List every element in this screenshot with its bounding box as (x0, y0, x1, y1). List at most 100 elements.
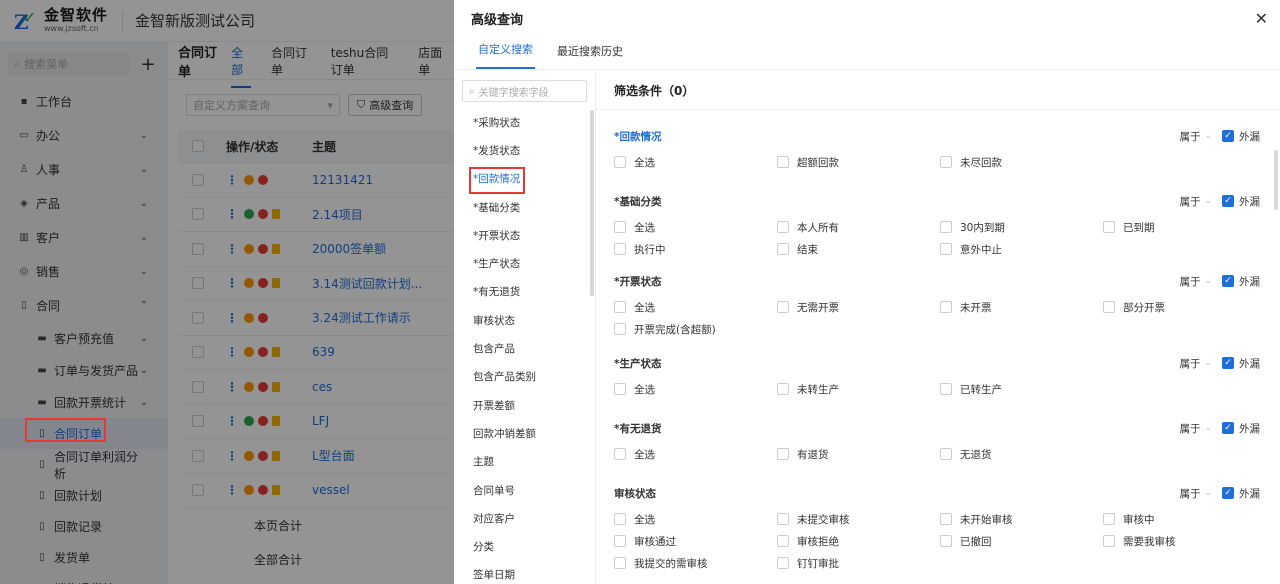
field-item[interactable]: *发货状态 (454, 136, 595, 164)
filter-option[interactable]: 全选 (614, 151, 777, 173)
filter-option[interactable]: 本人所有 (777, 216, 940, 238)
outer-checkbox-checked-icon[interactable]: ✓ (1222, 357, 1234, 369)
filter-option[interactable]: 30内到期 (940, 216, 1103, 238)
filter-option[interactable]: 无退货 (940, 443, 1103, 465)
belong-select[interactable]: 属于 (1179, 274, 1200, 289)
filter-option[interactable]: 审核通过 (614, 530, 777, 552)
filter-option[interactable]: 结束 (777, 238, 940, 260)
option-checkbox[interactable] (777, 513, 789, 525)
filter-option[interactable]: 全选 (614, 378, 777, 400)
outer-checkbox-checked-icon[interactable]: ✓ (1222, 275, 1234, 287)
chevron-down-icon[interactable]: ⌄ (1204, 196, 1212, 206)
field-item[interactable]: 包含产品 (454, 334, 595, 362)
close-icon[interactable]: ✕ (1255, 9, 1268, 28)
field-item[interactable]: 回款冲销差额 (454, 419, 595, 447)
field-item[interactable]: 分类 (454, 532, 595, 560)
field-item[interactable]: 合同单号 (454, 476, 595, 504)
option-checkbox[interactable] (614, 156, 626, 168)
option-checkbox[interactable] (614, 535, 626, 547)
option-checkbox[interactable] (777, 301, 789, 313)
filter-option[interactable]: 审核中 (1103, 508, 1266, 530)
option-checkbox[interactable] (1103, 221, 1115, 233)
option-checkbox[interactable] (614, 448, 626, 460)
option-checkbox[interactable] (940, 383, 952, 395)
belong-select[interactable]: 属于 (1179, 356, 1200, 371)
filter-option[interactable]: 全选 (614, 443, 777, 465)
field-item[interactable]: 审核状态 (454, 306, 595, 334)
option-checkbox[interactable] (777, 221, 789, 233)
belong-select[interactable]: 属于 (1179, 421, 1200, 436)
chevron-down-icon[interactable]: ⌄ (1204, 131, 1212, 141)
filter-option[interactable]: 未开始审核 (940, 508, 1103, 530)
option-checkbox[interactable] (777, 383, 789, 395)
filter-option[interactable]: 超额回款 (777, 151, 940, 173)
filter-option[interactable]: 我提交的需审核 (614, 552, 777, 574)
option-checkbox[interactable] (777, 156, 789, 168)
field-item[interactable]: 主题 (454, 448, 595, 476)
option-checkbox[interactable] (940, 221, 952, 233)
filter-option[interactable]: 开票完成(含超额) (614, 318, 777, 340)
option-checkbox[interactable] (614, 513, 626, 525)
option-checkbox[interactable] (777, 448, 789, 460)
modal-overlay[interactable] (0, 0, 454, 584)
field-item[interactable]: *有无退货 (454, 278, 595, 306)
filter-option[interactable]: 全选 (614, 216, 777, 238)
tab-custom-search[interactable]: 自定义搜索 (476, 41, 535, 69)
outer-checkbox-checked-icon[interactable]: ✓ (1222, 195, 1234, 207)
field-item[interactable]: *开票状态 (454, 221, 595, 249)
outer-checkbox-checked-icon[interactable]: ✓ (1222, 422, 1234, 434)
belong-select[interactable]: 属于 (1179, 194, 1200, 209)
field-item[interactable]: 包含产品类别 (454, 363, 595, 391)
filter-option[interactable]: 全选 (614, 508, 777, 530)
option-checkbox[interactable] (940, 448, 952, 460)
filter-option[interactable]: 全选 (614, 296, 777, 318)
chevron-down-icon[interactable]: ⌄ (1204, 488, 1212, 498)
field-search-input[interactable]: ⌕ 关键字搜索字段 (462, 80, 587, 102)
option-checkbox[interactable] (1103, 513, 1115, 525)
option-checkbox[interactable] (614, 383, 626, 395)
filter-option[interactable]: 未尽回款 (940, 151, 1103, 173)
chevron-down-icon[interactable]: ⌄ (1204, 276, 1212, 286)
option-checkbox[interactable] (614, 301, 626, 313)
filter-option[interactable]: 钉钉审批 (777, 552, 940, 574)
filter-option[interactable]: 有退货 (777, 443, 940, 465)
chevron-down-icon[interactable]: ⌄ (1204, 423, 1212, 433)
option-checkbox[interactable] (940, 243, 952, 255)
filter-option[interactable]: 未开票 (940, 296, 1103, 318)
tab-recent-history[interactable]: 最近搜索历史 (557, 43, 623, 69)
field-item[interactable]: 开票差额 (454, 391, 595, 419)
option-checkbox[interactable] (1103, 301, 1115, 313)
filter-option[interactable]: 部分开票 (1103, 296, 1266, 318)
field-item[interactable]: 对应客户 (454, 504, 595, 532)
option-checkbox[interactable] (777, 535, 789, 547)
option-checkbox[interactable] (614, 323, 626, 335)
belong-select[interactable]: 属于 (1179, 486, 1200, 501)
filter-option[interactable]: 无需开票 (777, 296, 940, 318)
filter-option[interactable]: 意外中止 (940, 238, 1103, 260)
field-item[interactable]: *回款情况 (454, 165, 595, 193)
filter-option[interactable]: 已到期 (1103, 216, 1266, 238)
field-list-scrollbar[interactable] (590, 110, 594, 296)
chevron-down-icon[interactable]: ⌄ (1204, 358, 1212, 368)
option-checkbox[interactable] (940, 513, 952, 525)
field-item[interactable]: *基础分类 (454, 193, 595, 221)
field-item[interactable]: *生产状态 (454, 249, 595, 277)
option-checkbox[interactable] (940, 535, 952, 547)
option-checkbox[interactable] (940, 156, 952, 168)
outer-checkbox-checked-icon[interactable]: ✓ (1222, 487, 1234, 499)
option-checkbox[interactable] (777, 243, 789, 255)
filter-option[interactable]: 未转生产 (777, 378, 940, 400)
field-item[interactable]: *采购状态 (454, 108, 595, 136)
filter-option[interactable]: 需要我审核 (1103, 530, 1266, 552)
option-checkbox[interactable] (614, 221, 626, 233)
filter-option[interactable]: 已转生产 (940, 378, 1103, 400)
filter-option[interactable]: 审核拒绝 (777, 530, 940, 552)
outer-checkbox-checked-icon[interactable]: ✓ (1222, 130, 1234, 142)
option-checkbox[interactable] (940, 301, 952, 313)
belong-select[interactable]: 属于 (1179, 129, 1200, 144)
field-item[interactable]: 签单日期 (454, 561, 595, 584)
filter-option[interactable]: 执行中 (614, 238, 777, 260)
option-checkbox[interactable] (1103, 535, 1115, 547)
filter-option[interactable]: 未提交审核 (777, 508, 940, 530)
option-checkbox[interactable] (614, 243, 626, 255)
